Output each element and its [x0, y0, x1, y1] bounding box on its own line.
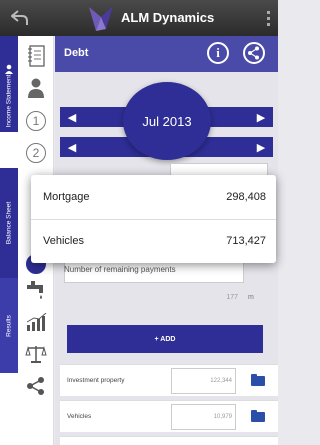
list-item-label: Investment property	[67, 377, 125, 384]
page-title: Debt	[64, 47, 89, 59]
app-logo	[86, 3, 116, 33]
step-2-circle: 2	[26, 143, 46, 163]
faucet-button[interactable]	[18, 274, 54, 306]
app-title: ALM Dynamics	[121, 10, 215, 25]
profile-button[interactable]	[18, 72, 54, 104]
user-icon	[28, 78, 44, 98]
debt-popup: Mortgage 298,408 Vehicles 713,427	[31, 175, 276, 263]
overflow-menu-button[interactable]	[258, 0, 278, 36]
popup-item-label: Mortgage	[43, 191, 90, 203]
popup-item-label: Vehicles	[43, 235, 84, 247]
back-button[interactable]	[0, 0, 40, 36]
notebook-icon	[28, 45, 45, 67]
faucet-icon	[27, 281, 43, 299]
share-button[interactable]	[243, 42, 265, 64]
add-button[interactable]: + ADD	[67, 325, 263, 353]
back-arrow-icon	[11, 10, 28, 25]
share-nav-button[interactable]	[18, 370, 54, 402]
section-balance-sheet[interactable]: Balance Sheet	[0, 168, 18, 278]
popup-item-value: 713,427	[226, 235, 266, 247]
step-1-button[interactable]: 1	[18, 106, 54, 136]
folder-icon[interactable]	[251, 374, 265, 386]
next-arrow-icon[interactable]: ▶	[255, 137, 267, 157]
prev-arrow-icon[interactable]: ◀	[66, 137, 78, 157]
popup-item-vehicles[interactable]: Vehicles 713,427	[31, 219, 276, 263]
bar-chart-icon	[26, 313, 47, 331]
section-label: Balance Sheet	[5, 201, 13, 245]
folder-icon[interactable]	[251, 410, 265, 422]
section-label: Income Statement	[5, 74, 13, 128]
scale-icon	[25, 346, 47, 363]
list-item: Investment property 122,344	[60, 364, 278, 396]
section-results[interactable]: Results	[0, 278, 18, 373]
section-income-statement[interactable]: Income Statement	[0, 36, 18, 132]
balance-button[interactable]	[18, 338, 54, 370]
person-icon	[5, 64, 13, 74]
share-icon	[248, 46, 259, 60]
notebook-button[interactable]	[18, 40, 54, 72]
next-arrow-icon[interactable]: ▶	[255, 107, 267, 127]
info-icon: i	[216, 45, 220, 60]
prev-arrow-icon[interactable]: ◀	[66, 107, 78, 127]
section-strip: Income Statement Balance Sheet Results	[0, 36, 18, 445]
chart-button[interactable]	[18, 306, 54, 338]
list-item-value[interactable]: 122,344	[171, 368, 236, 394]
share-icon	[27, 377, 44, 395]
step-2-button[interactable]: 2	[18, 138, 54, 168]
section-label: Results	[5, 314, 13, 337]
list-item	[60, 436, 278, 445]
list-item-value[interactable]: 10,979	[171, 404, 236, 430]
period-selector[interactable]: Jul 2013	[123, 82, 211, 160]
remaining-payments-label: Number of remaining payments	[64, 265, 176, 274]
list-item-label: Vehicles	[67, 413, 92, 420]
list-item: Vehicles 10,979	[60, 400, 278, 432]
step-1-circle: 1	[26, 111, 46, 131]
remaining-payments-value: 177	[226, 294, 238, 301]
remaining-payments-unit: m	[248, 294, 254, 301]
info-button[interactable]: i	[207, 42, 229, 64]
popup-item-mortgage[interactable]: Mortgage 298,408	[31, 175, 276, 219]
popup-item-value: 298,408	[226, 191, 266, 203]
